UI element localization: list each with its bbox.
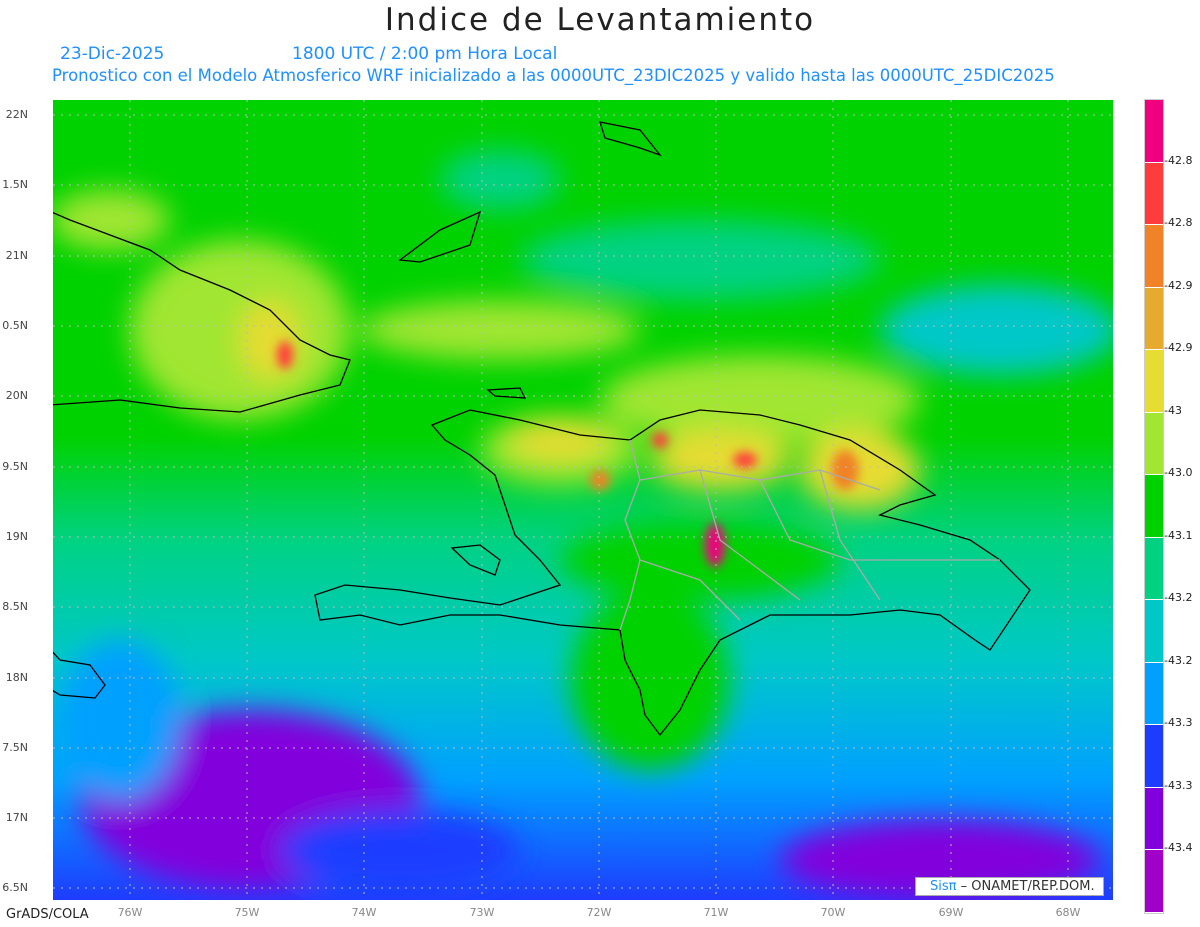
forecast-time: 1800 UTC / 2:00 pm Hora Local xyxy=(292,44,558,64)
lifted-index-map xyxy=(53,100,1113,900)
x-label: 71W xyxy=(703,906,729,919)
colorbar-swatch xyxy=(1145,662,1163,725)
x-label: 76W xyxy=(117,906,143,919)
x-label: 70W xyxy=(820,906,846,919)
x-label: 72W xyxy=(586,906,612,919)
colorbar-swatch xyxy=(1145,162,1163,225)
credit-brand: Sisπ xyxy=(930,879,957,894)
colorbar-label: -43.2 xyxy=(1164,654,1193,667)
colorbar-label: -43.3 xyxy=(1164,716,1193,729)
y-label: 21N xyxy=(5,249,28,262)
colorbar-swatch xyxy=(1145,725,1163,788)
x-label: 68W xyxy=(1055,906,1081,919)
colorbar-swatch xyxy=(1145,287,1163,350)
colorbar-label: -42.9 xyxy=(1164,341,1193,354)
x-label: 74W xyxy=(351,906,377,919)
colorbar-swatch xyxy=(1145,537,1163,600)
colorbar-swatch xyxy=(1145,475,1163,538)
colorbar-swatch xyxy=(1145,350,1163,413)
colorbar-label: -43.4 xyxy=(1164,841,1193,854)
x-label: 73W xyxy=(469,906,495,919)
colorbar-label: -42.9 xyxy=(1164,279,1193,292)
y-label: 1.5N xyxy=(2,178,28,191)
colorbar-label: -42.8 xyxy=(1164,216,1193,229)
colorbar-label: -43 xyxy=(1164,404,1182,417)
y-label: 9.5N xyxy=(2,460,28,473)
colorbar-label: -43.0 xyxy=(1164,466,1193,479)
colorbar-swatch xyxy=(1145,600,1163,663)
credit-box: Sisπ – ONAMET/REP.DOM. xyxy=(915,877,1104,896)
grads-footer: GrADS/COLA xyxy=(6,907,89,922)
colorbar-label: -43.3 xyxy=(1164,779,1193,792)
colorbar-swatch xyxy=(1145,787,1163,850)
x-label: 75W xyxy=(234,906,260,919)
colorbar xyxy=(1144,99,1164,914)
y-label: 22N xyxy=(5,108,28,121)
y-label: 6.5N xyxy=(2,881,28,894)
y-label: 7.5N xyxy=(2,741,28,754)
map-title: Indice de Levantamiento xyxy=(384,2,816,38)
y-label: 17N xyxy=(5,811,28,824)
y-label: 20N xyxy=(5,389,28,402)
y-label: 19N xyxy=(5,530,28,543)
y-label: 0.5N xyxy=(2,319,28,332)
x-label: 69W xyxy=(938,906,964,919)
colorbar-label: -42.8 xyxy=(1164,154,1193,167)
forecast-date: 23-Dic-2025 xyxy=(60,44,165,64)
colorbar-swatch xyxy=(1145,100,1163,163)
y-label: 8.5N xyxy=(2,600,28,613)
colorbar-label: -43.2 xyxy=(1164,591,1193,604)
colorbar-label: -43.1 xyxy=(1164,529,1193,542)
credit-text: – ONAMET/REP.DOM. xyxy=(956,879,1095,894)
forecast-subtitle: Pronostico con el Modelo Atmosferico WRF… xyxy=(52,66,1055,85)
colorbar-swatch xyxy=(1145,225,1163,288)
y-label: 18N xyxy=(5,671,28,684)
colorbar-swatch xyxy=(1145,412,1163,475)
colorbar-swatch xyxy=(1145,850,1163,913)
